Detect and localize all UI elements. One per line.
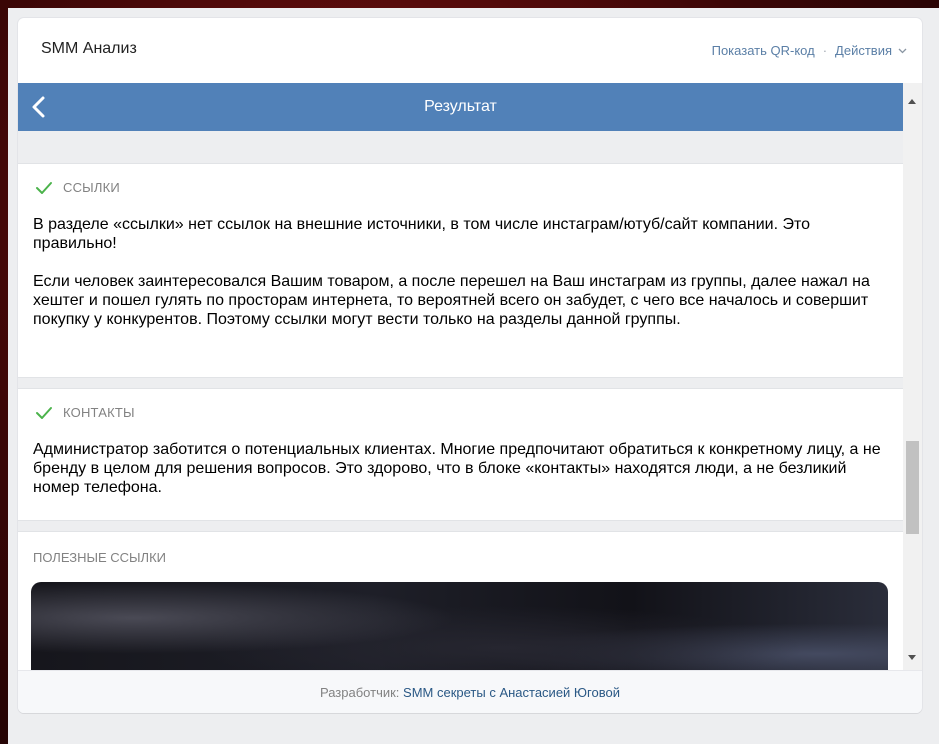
paragraph: В разделе «ссылки» нет ссылок на внешние… [33, 216, 811, 252]
section-header: КОНТАКТЫ [35, 405, 135, 420]
actions-label: Действия [835, 43, 892, 58]
header-title: Результат [424, 98, 497, 115]
section-useful-links: ПОЛЕЗНЫЕ ССЫЛКИ [18, 531, 903, 670]
top-actions: Показать QR-код · Действия [712, 43, 907, 58]
footer: Разработчик: SMM секреты с Анастасией Юг… [18, 670, 922, 713]
top-bar: SMM Анализ Показать QR-код · Действия [18, 18, 922, 83]
section-title: ССЫЛКИ [63, 180, 120, 195]
scroll-thumb[interactable] [906, 441, 919, 534]
footer-prefix: Разработчик: [319, 685, 404, 700]
app-title: SMM Анализ [41, 40, 137, 57]
scroll-viewport: Результат ССЫЛКИ В разделе «ссылки» нет … [18, 83, 922, 670]
paragraph: Если человек заинтересовался Вашим товар… [33, 273, 870, 328]
section-contacts: КОНТАКТЫ Администратор заботится о потен… [18, 388, 903, 521]
section-body: Администратор заботится о потенциальных … [33, 440, 893, 497]
app-card: SMM Анализ Показать QR-код · Действия Ре… [18, 18, 922, 713]
scrollbar[interactable] [903, 83, 922, 670]
check-icon [36, 406, 52, 419]
show-qr-link[interactable]: Показать QR-код [712, 43, 815, 58]
paragraph: Администратор заботится о потенциальных … [33, 441, 881, 496]
separator-dot: · [822, 43, 828, 58]
scroll-down-arrow-icon[interactable] [908, 655, 916, 660]
section-body: В разделе «ссылки» нет ссылок на внешние… [33, 215, 893, 329]
section-links: ССЫЛКИ В разделе «ссылки» нет ссылок на … [18, 163, 903, 378]
section-title: ПОЛЕЗНЫЕ ССЫЛКИ [33, 550, 166, 565]
app-window: SMM Анализ Показать QR-код · Действия Ре… [8, 8, 939, 744]
scroll-up-arrow-icon[interactable] [908, 99, 916, 104]
check-icon [36, 181, 52, 194]
result-header: Результат [18, 83, 903, 131]
actions-menu[interactable]: Действия [835, 43, 907, 58]
useful-link-image[interactable] [31, 582, 888, 670]
section-title: КОНТАКТЫ [63, 405, 135, 420]
chevron-down-icon [898, 48, 907, 53]
section-header: ССЫЛКИ [35, 180, 120, 195]
developer-link[interactable]: SMM секреты с Анастасией Юговой [403, 685, 620, 700]
